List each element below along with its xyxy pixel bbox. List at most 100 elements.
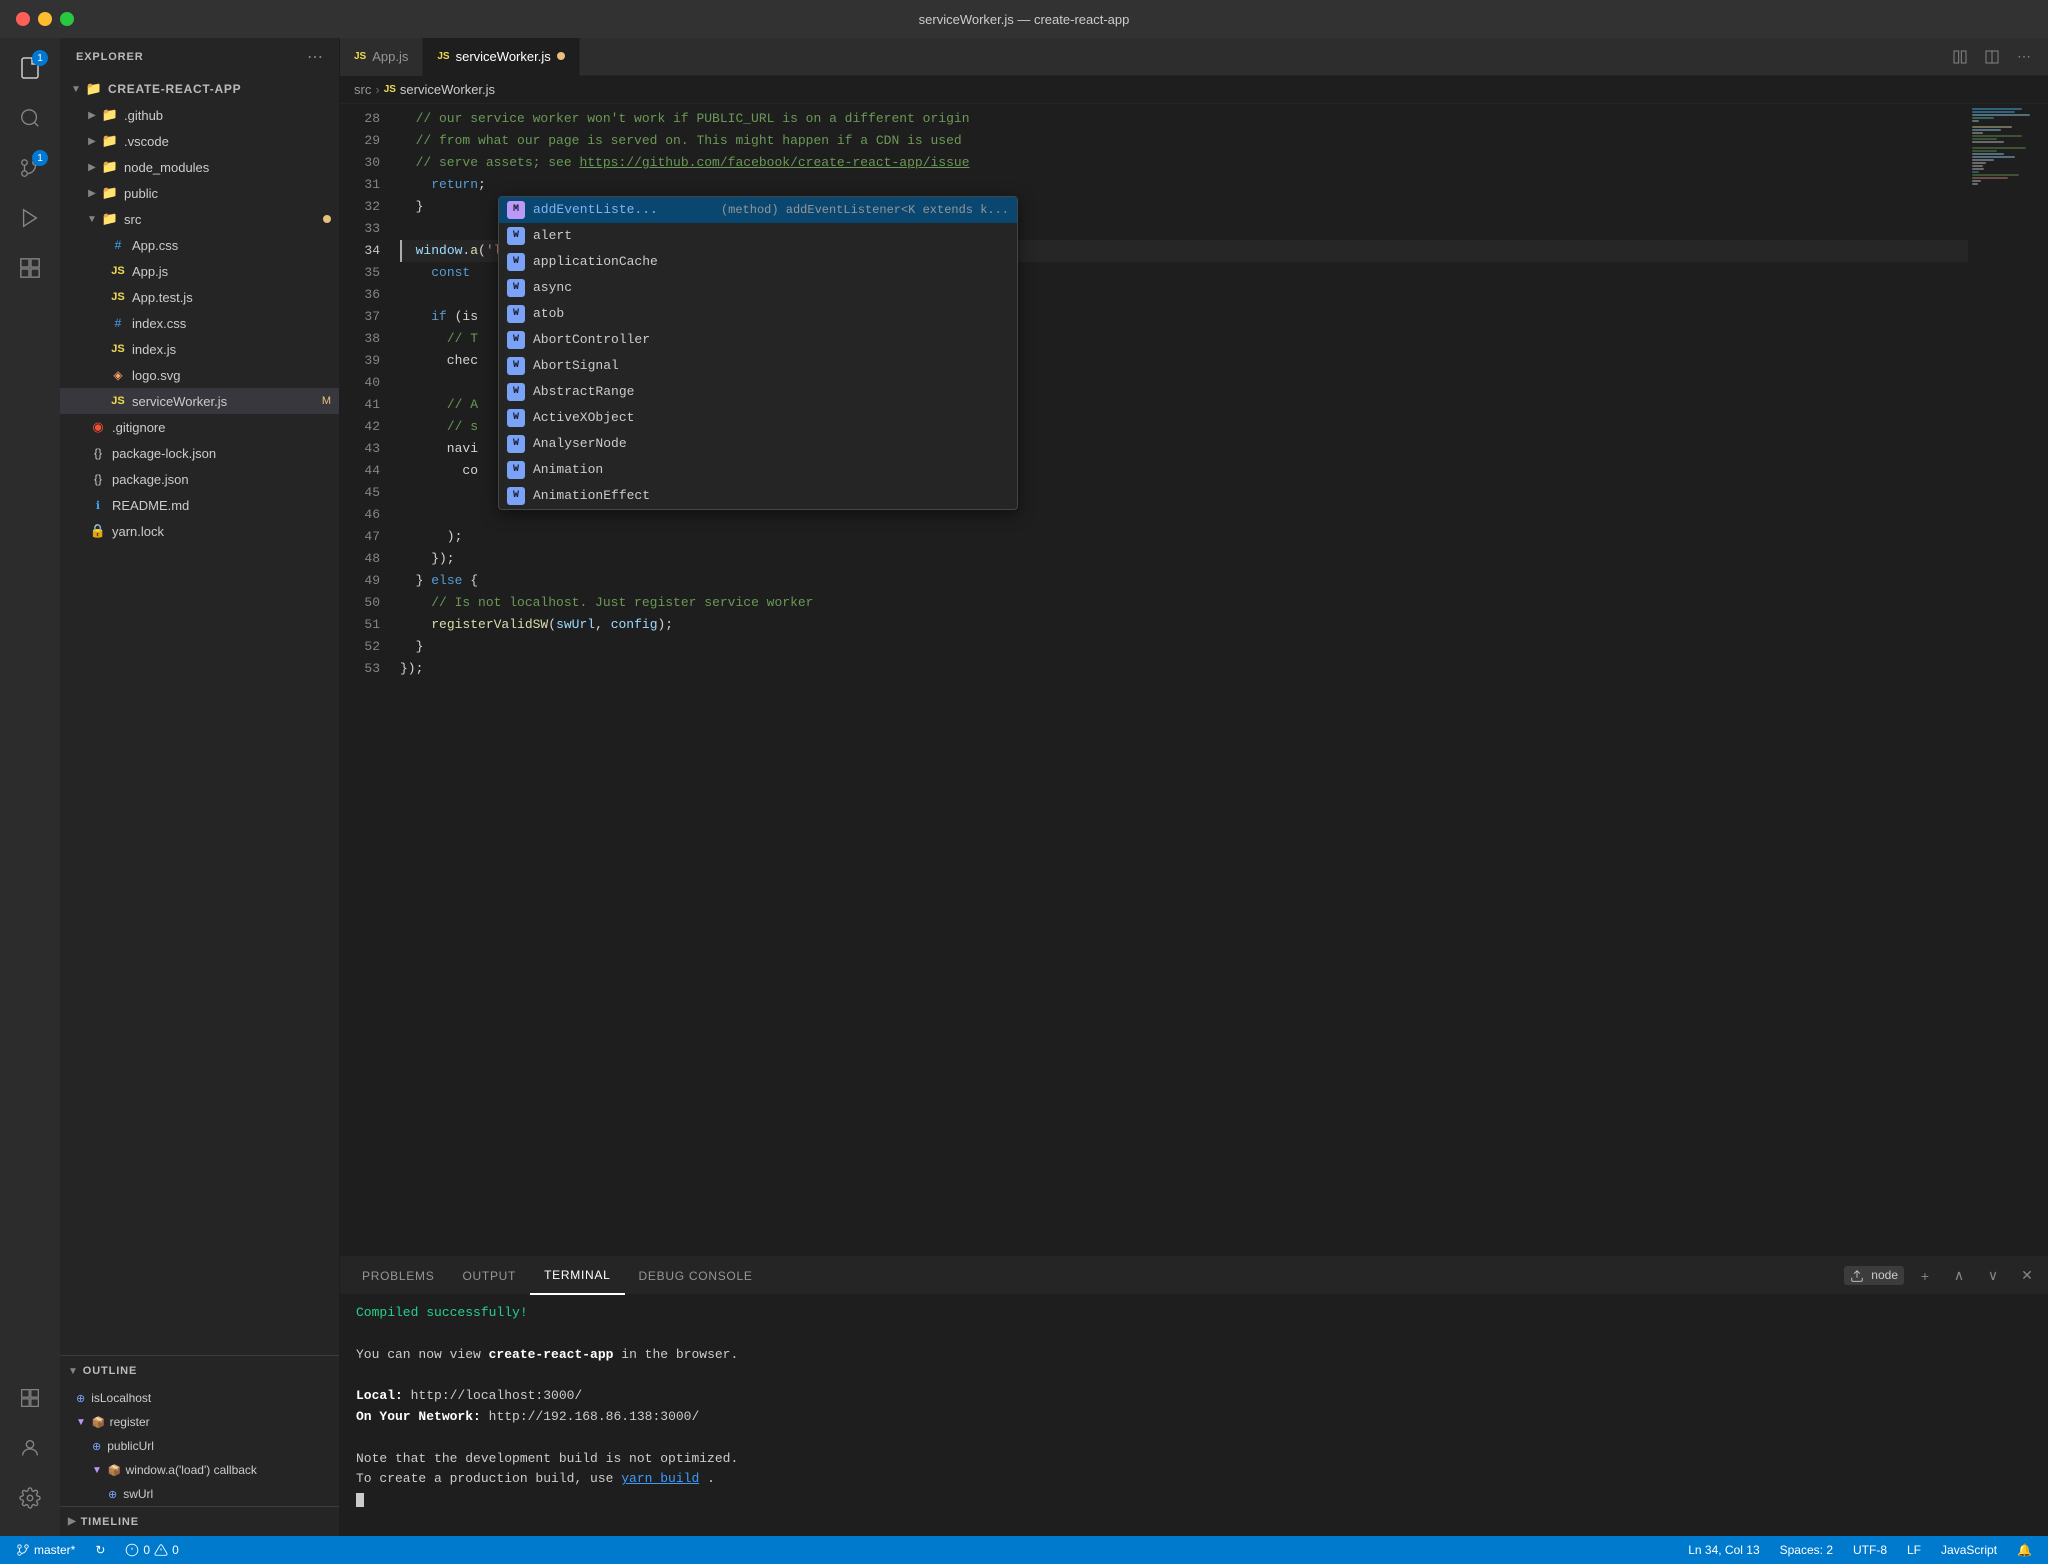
outline-item-islocalhost[interactable]: ⊕ isLocalhost [60, 1386, 339, 1410]
ac-item-applicationcache[interactable]: W applicationCache [499, 249, 1017, 275]
panel-tab-debug[interactable]: DEBUG CONSOLE [625, 1257, 767, 1295]
ac-item-atob[interactable]: W atob [499, 301, 1017, 327]
tree-item-logo-svg[interactable]: ◈ logo.svg [60, 362, 339, 388]
add-terminal-button[interactable]: + [1912, 1263, 1938, 1289]
index-css-label: index.css [132, 316, 186, 331]
package-lock-label: package-lock.json [112, 446, 216, 461]
activity-account[interactable] [8, 1426, 52, 1470]
outline-header[interactable]: ▼ OUTLINE [60, 1356, 339, 1386]
tree-item-app-test-js[interactable]: JS App.test.js [60, 284, 339, 310]
timeline-chevron: ▶ [68, 1516, 77, 1527]
terminal-network-line: On Your Network: http://192.168.86.138:3… [356, 1407, 2032, 1428]
ac-item-abortsignal[interactable]: W AbortSignal [499, 353, 1017, 379]
outline-window-label: window.a('load') callback [126, 1463, 257, 1477]
tab-app-js[interactable]: JS App.js [340, 38, 423, 76]
status-spaces[interactable]: Spaces: 2 [1776, 1536, 1837, 1564]
close-button[interactable] [16, 12, 30, 26]
activity-search[interactable] [8, 96, 52, 140]
ac-applicationcache-name: applicationCache [533, 251, 1009, 273]
tree-item-github[interactable]: ▶ 📁 .github [60, 102, 339, 128]
tree-item-index-js[interactable]: JS index.js [60, 336, 339, 362]
tree-item-src[interactable]: ▼ 📁 src [60, 206, 339, 232]
ac-addeventlistener-name: addEventListe... [533, 199, 713, 221]
ac-item-addeventlistener[interactable]: M addEventListe... (method) addEventList… [499, 197, 1017, 223]
autocomplete-dropdown[interactable]: M addEventListe... (method) addEventList… [498, 196, 1018, 510]
gitignore-icon: ◉ [88, 419, 108, 435]
cursor-indicator [400, 240, 402, 262]
code-editor[interactable]: 28 29 30 31 32 33 34 35 36 37 38 39 40 4… [340, 104, 2048, 1256]
terminal-note1: Note that the development build is not o… [356, 1449, 2032, 1470]
ac-item-animation[interactable]: W Animation [499, 457, 1017, 483]
status-notifications[interactable]: 🔔 [2013, 1536, 2036, 1564]
tree-item-app-js[interactable]: JS App.js [60, 258, 339, 284]
ac-animationeffect-icon: W [507, 487, 525, 505]
ac-item-animationeffect[interactable]: W AnimationEffect [499, 483, 1017, 509]
activity-extensions[interactable] [8, 246, 52, 290]
outline-item-publicurl[interactable]: ⊕ publicUrl [60, 1434, 339, 1458]
outline-item-window-callback[interactable]: ▼ 📦 window.a('load') callback [60, 1458, 339, 1482]
panel-tab-problems[interactable]: PROBLEMS [348, 1257, 448, 1295]
tree-item-serviceworker[interactable]: JS serviceWorker.js M [60, 388, 339, 414]
maximize-button[interactable] [60, 12, 74, 26]
ac-item-abstractrange[interactable]: W AbstractRange [499, 379, 1017, 405]
ac-item-activexobject[interactable]: W ActiveXObject [499, 405, 1017, 431]
ac-item-async[interactable]: W async [499, 275, 1017, 301]
status-branch[interactable]: master* [12, 1536, 79, 1564]
activity-settings[interactable] [8, 1476, 52, 1520]
github-label: .github [124, 108, 163, 123]
tab-serviceworker[interactable]: JS serviceWorker.js [423, 38, 579, 76]
terminal-content[interactable]: Compiled successfully! You can now view … [340, 1295, 2048, 1536]
more-actions-button[interactable]: ⋯ [2012, 45, 2036, 69]
tree-item-public[interactable]: ▶ 📁 public [60, 180, 339, 206]
tree-item-node-modules[interactable]: ▶ 📁 node_modules [60, 154, 339, 180]
outline-item-register[interactable]: ▼ 📦 register [60, 1410, 339, 1434]
tree-item-gitignore[interactable]: ◉ .gitignore [60, 414, 339, 440]
tree-item-package-json[interactable]: {} package.json [60, 466, 339, 492]
warning-count: 0 [172, 1543, 179, 1557]
language-label: JavaScript [1941, 1543, 1997, 1557]
panel-chevron-down[interactable]: ∨ [1980, 1263, 2006, 1289]
tree-item-vscode[interactable]: ▶ 📁 .vscode [60, 128, 339, 154]
tree-root-item[interactable]: ▼ 📁 CREATE-REACT-APP [60, 76, 339, 102]
status-encoding[interactable]: UTF-8 [1849, 1536, 1891, 1564]
activity-run[interactable] [8, 196, 52, 240]
minimize-button[interactable] [38, 12, 52, 26]
ac-item-analysernode[interactable]: W AnalyserNode [499, 431, 1017, 457]
tree-item-readme[interactable]: ℹ README.md [60, 492, 339, 518]
status-sync[interactable]: ↻ [91, 1536, 109, 1564]
ac-abortcontroller-icon: W [507, 331, 525, 349]
terminal-compiled: Compiled successfully! [356, 1303, 2032, 1324]
ac-abortcontroller-name: AbortController [533, 329, 1009, 351]
tree-item-yarn-lock[interactable]: 🔒 yarn.lock [60, 518, 339, 544]
panel-close-button[interactable]: ✕ [2014, 1263, 2040, 1289]
status-eol[interactable]: LF [1903, 1536, 1925, 1564]
breadcrumb-file[interactable]: serviceWorker.js [400, 82, 495, 97]
status-language[interactable]: JavaScript [1937, 1536, 2001, 1564]
error-icon [125, 1543, 139, 1557]
activity-files[interactable]: 1 [8, 46, 52, 90]
ac-item-abortcontroller[interactable]: W AbortController [499, 327, 1017, 353]
ac-activexobject-icon: W [507, 409, 525, 427]
panel-tab-terminal[interactable]: TERMINAL [530, 1257, 624, 1295]
new-file-icon[interactable]: ⋯ [307, 47, 323, 67]
tree-item-index-css[interactable]: # index.css [60, 310, 339, 336]
panel-tab-output[interactable]: OUTPUT [448, 1257, 530, 1295]
layout-button[interactable] [1980, 45, 2004, 69]
outline-item-swurl[interactable]: ⊕ swUrl [60, 1482, 339, 1506]
status-errors[interactable]: 0 0 [121, 1536, 182, 1564]
terminal-success-text: Compiled successfully! [356, 1305, 528, 1320]
panel-chevron-up[interactable]: ∧ [1946, 1263, 1972, 1289]
status-cursor-pos[interactable]: Ln 34, Col 13 [1684, 1536, 1763, 1564]
code-content[interactable]: // our service worker won't work if PUBL… [388, 104, 1968, 1256]
ac-atob-name: atob [533, 303, 1009, 325]
ac-animationeffect-name: AnimationEffect [533, 485, 1009, 507]
problems-label: PROBLEMS [362, 1269, 434, 1283]
tree-item-app-css[interactable]: # App.css [60, 232, 339, 258]
activity-source-control[interactable]: 1 [8, 146, 52, 190]
ac-item-alert[interactable]: W alert [499, 223, 1017, 249]
timeline-header[interactable]: ▶ TIMELINE [60, 1506, 339, 1536]
split-editor-button[interactable] [1948, 45, 1972, 69]
tree-item-package-lock[interactable]: {} package-lock.json [60, 440, 339, 466]
activity-remote[interactable] [8, 1376, 52, 1420]
breadcrumb-src[interactable]: src [354, 82, 371, 97]
